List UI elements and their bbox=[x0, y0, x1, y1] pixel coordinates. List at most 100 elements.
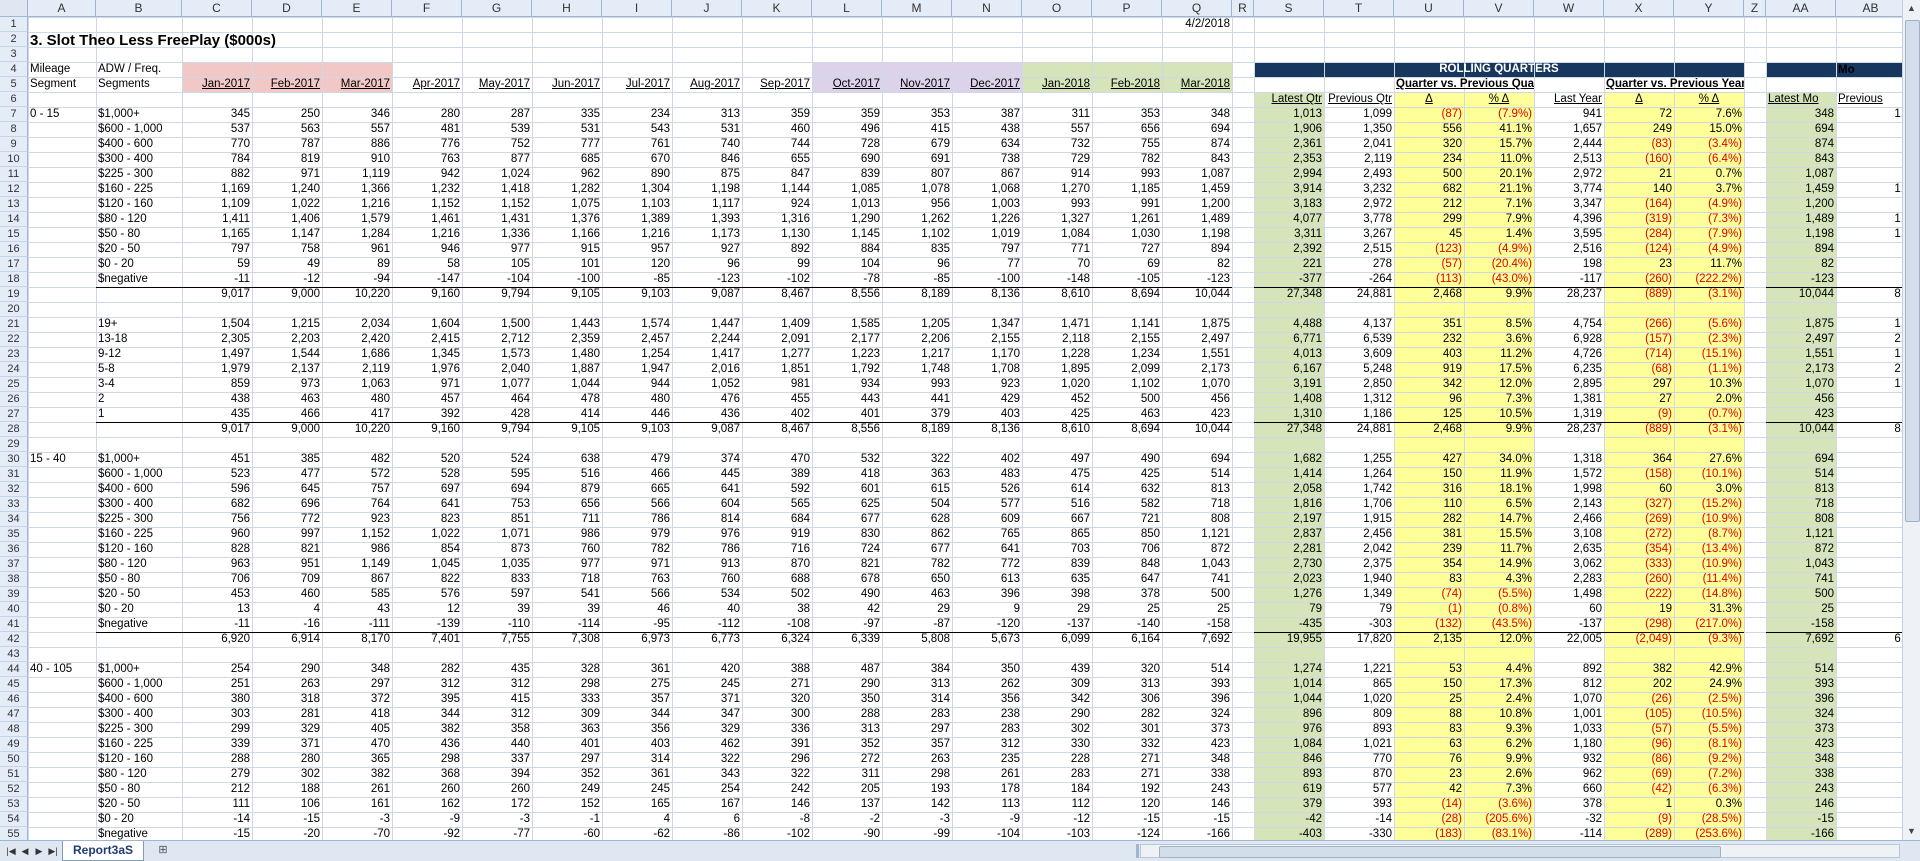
row-header[interactable]: 11 bbox=[0, 167, 28, 182]
row-header[interactable]: 13 bbox=[0, 197, 28, 212]
column-header[interactable]: E bbox=[322, 0, 392, 17]
row-header[interactable]: 28 bbox=[0, 422, 28, 437]
row-header[interactable]: 27 bbox=[0, 407, 28, 422]
column-header[interactable]: F bbox=[392, 0, 462, 17]
month-value: 393 bbox=[1210, 678, 1230, 690]
column-header[interactable]: AB bbox=[1836, 0, 1902, 17]
row-header[interactable]: 20 bbox=[0, 302, 28, 317]
row-header[interactable]: 47 bbox=[0, 707, 28, 722]
column-header[interactable]: H bbox=[532, 0, 602, 17]
row-header[interactable]: 5 bbox=[0, 77, 28, 92]
column-header[interactable]: U bbox=[1394, 0, 1464, 17]
column-header[interactable]: P bbox=[1092, 0, 1162, 17]
row-header[interactable]: 6 bbox=[0, 92, 28, 107]
horizontal-scrollbar[interactable] bbox=[1140, 844, 1900, 858]
scroll-down-arrow[interactable]: ▼ bbox=[1903, 823, 1920, 840]
row-header[interactable]: 32 bbox=[0, 482, 28, 497]
row-header[interactable]: 53 bbox=[0, 797, 28, 812]
row-header[interactable]: 49 bbox=[0, 737, 28, 752]
row-header[interactable]: 16 bbox=[0, 242, 28, 257]
sheet-tab-report3as[interactable]: Report3aS bbox=[62, 841, 145, 861]
column-header[interactable]: C bbox=[182, 0, 252, 17]
row-header[interactable]: 55 bbox=[0, 827, 28, 840]
column-header[interactable]: N bbox=[952, 0, 1022, 17]
column-header[interactable]: Y bbox=[1674, 0, 1744, 17]
row-header[interactable]: 48 bbox=[0, 722, 28, 737]
row-header[interactable]: 39 bbox=[0, 587, 28, 602]
row-header[interactable]: 33 bbox=[0, 497, 28, 512]
last-sheet-icon[interactable]: ▶| bbox=[46, 844, 60, 858]
row-header[interactable]: 44 bbox=[0, 662, 28, 677]
row-header[interactable]: 40 bbox=[0, 602, 28, 617]
row-header[interactable]: 35 bbox=[0, 527, 28, 542]
column-header[interactable]: D bbox=[252, 0, 322, 17]
row-header[interactable]: 34 bbox=[0, 512, 28, 527]
column-header[interactable]: V bbox=[1464, 0, 1534, 17]
row-header[interactable]: 7 bbox=[0, 107, 28, 122]
first-sheet-icon[interactable]: |◀ bbox=[4, 844, 18, 858]
row-header[interactable]: 42 bbox=[0, 632, 28, 647]
row-header[interactable]: 1 bbox=[0, 17, 28, 32]
row-header[interactable]: 24 bbox=[0, 362, 28, 377]
row-header[interactable]: 45 bbox=[0, 677, 28, 692]
column-header[interactable]: A bbox=[28, 0, 96, 17]
row-header[interactable]: 38 bbox=[0, 572, 28, 587]
row-header[interactable]: 18 bbox=[0, 272, 28, 287]
row-header[interactable]: 12 bbox=[0, 182, 28, 197]
column-header[interactable]: J bbox=[672, 0, 742, 17]
prev-sheet-icon[interactable]: ◀ bbox=[18, 844, 32, 858]
row-header[interactable]: 29 bbox=[0, 437, 28, 452]
row-header[interactable]: 31 bbox=[0, 467, 28, 482]
row-header[interactable]: 15 bbox=[0, 227, 28, 242]
vertical-scroll-thumb[interactable] bbox=[1905, 20, 1920, 522]
insert-sheet-icon[interactable]: ⊞ bbox=[152, 843, 174, 858]
row-header[interactable]: 8 bbox=[0, 122, 28, 137]
next-sheet-icon[interactable]: ▶ bbox=[32, 844, 46, 858]
row-header[interactable]: 25 bbox=[0, 377, 28, 392]
row-header[interactable]: 4 bbox=[0, 62, 28, 77]
row-header[interactable]: 10 bbox=[0, 152, 28, 167]
column-header[interactable]: L bbox=[812, 0, 882, 17]
row-header[interactable]: 19 bbox=[0, 287, 28, 302]
vertical-scrollbar[interactable]: ▲ ▼ bbox=[1902, 0, 1920, 840]
row-header[interactable]: 52 bbox=[0, 782, 28, 797]
row-header[interactable]: 50 bbox=[0, 752, 28, 767]
column-header[interactable]: S bbox=[1254, 0, 1324, 17]
column-header[interactable]: I bbox=[602, 0, 672, 17]
spreadsheet-grid[interactable]: A B C D E F G H I J K L M N O P Q R S T U V W X Y Z AA AB 1 2 3 4 5 6 7 8 9 1… bbox=[0, 0, 1902, 840]
tab-split-handle[interactable] bbox=[1136, 844, 1139, 858]
row-header[interactable]: 2 bbox=[0, 32, 28, 47]
row-header[interactable]: 14 bbox=[0, 212, 28, 227]
column-header[interactable]: T bbox=[1324, 0, 1394, 17]
column-header[interactable]: B bbox=[96, 0, 182, 17]
row-header[interactable]: 54 bbox=[0, 812, 28, 827]
column-header[interactable]: X bbox=[1604, 0, 1674, 17]
row-header[interactable]: 51 bbox=[0, 767, 28, 782]
row-header[interactable]: 9 bbox=[0, 137, 28, 152]
column-header[interactable]: Q bbox=[1162, 0, 1232, 17]
column-header[interactable]: M bbox=[882, 0, 952, 17]
row-header[interactable]: 36 bbox=[0, 542, 28, 557]
column-header[interactable]: AA bbox=[1766, 0, 1836, 17]
row-header[interactable]: 22 bbox=[0, 332, 28, 347]
column-header[interactable]: R bbox=[1232, 0, 1254, 17]
row-header[interactable]: 46 bbox=[0, 692, 28, 707]
column-header[interactable]: G bbox=[462, 0, 532, 17]
row-header[interactable]: 3 bbox=[0, 47, 28, 62]
row-header[interactable]: 23 bbox=[0, 347, 28, 362]
scroll-up-arrow[interactable]: ▲ bbox=[1903, 0, 1920, 17]
row-header[interactable]: 17 bbox=[0, 257, 28, 272]
row-header[interactable]: 43 bbox=[0, 647, 28, 662]
month-value: 254 bbox=[230, 663, 250, 675]
column-header[interactable]: Z bbox=[1744, 0, 1766, 17]
horizontal-scroll-thumb[interactable] bbox=[1159, 846, 1721, 858]
row-header[interactable]: 21 bbox=[0, 317, 28, 332]
row-header[interactable]: 26 bbox=[0, 392, 28, 407]
column-header[interactable]: O bbox=[1022, 0, 1092, 17]
row-header[interactable]: 41 bbox=[0, 617, 28, 632]
column-header[interactable]: K bbox=[742, 0, 812, 17]
select-all-corner[interactable] bbox=[0, 0, 28, 17]
row-header[interactable]: 37 bbox=[0, 557, 28, 572]
column-header[interactable]: W bbox=[1534, 0, 1604, 17]
row-header[interactable]: 30 bbox=[0, 452, 28, 467]
